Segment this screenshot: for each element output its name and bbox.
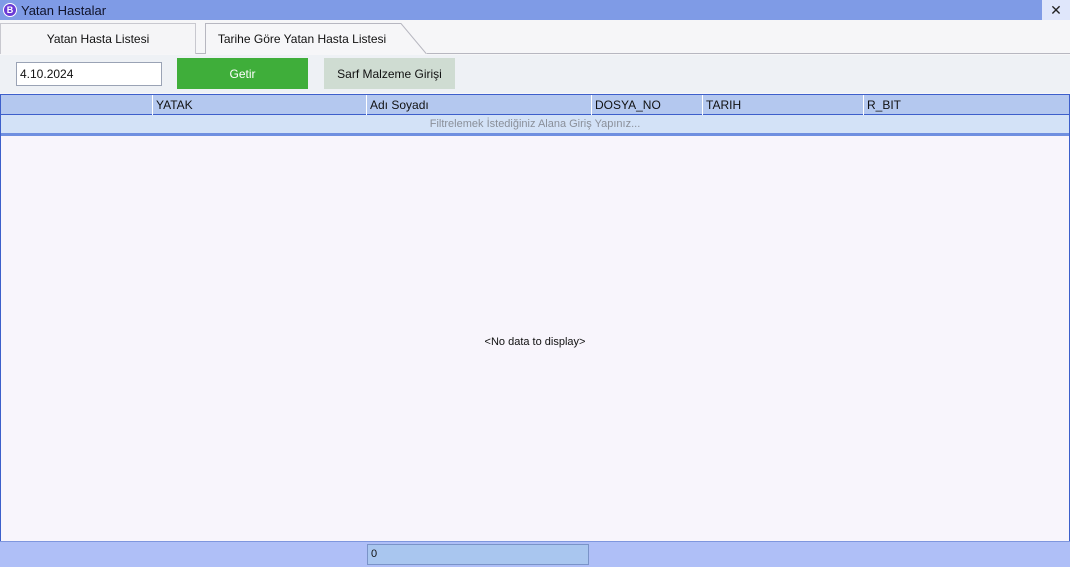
toolbar: Getir Sarf Malzeme Girişi (0, 55, 1070, 93)
tab-label: Tarihe Göre Yatan Hasta Listesi (217, 31, 387, 46)
column-header-yatak[interactable]: YATAK (152, 95, 366, 115)
date-input[interactable] (16, 62, 162, 86)
title-bar: B Yatan Hastalar ✕ (0, 0, 1070, 20)
window-title: Yatan Hastalar (21, 2, 107, 18)
filter-row[interactable]: Filtrelemek İstediğiniz Alana Giriş Yapı… (1, 115, 1069, 136)
close-button[interactable]: ✕ (1042, 0, 1070, 20)
column-header-r-bit[interactable]: R_BIT (863, 95, 1069, 115)
patient-grid: YATAK Adı Soyadı DOSYA_NO TARIH R_BIT Fi… (0, 94, 1070, 541)
grid-header: YATAK Adı Soyadı DOSYA_NO TARIH R_BIT (1, 94, 1069, 115)
column-header-adi-soyadi[interactable]: Adı Soyadı (366, 95, 591, 115)
column-header-dosya-no[interactable]: DOSYA_NO (591, 95, 702, 115)
grid-footer: 0 (0, 541, 1070, 567)
empty-state-text: <No data to display> (484, 336, 586, 348)
tab-label: Yatan Hasta Listesi (46, 32, 150, 46)
column-header-tarih[interactable]: TARIH (702, 95, 863, 115)
tab-bar: Yatan Hasta Listesi Tarihe Göre Yatan Ha… (0, 20, 1070, 54)
tab-yatan-hasta-listesi[interactable]: Yatan Hasta Listesi (0, 23, 196, 54)
app-logo-icon: B (3, 3, 17, 17)
sarf-malzeme-girisi-button[interactable]: Sarf Malzeme Girişi (324, 58, 455, 89)
getir-button[interactable]: Getir (177, 58, 308, 89)
tab-tarihe-gore-yatan-hasta-listesi[interactable]: Tarihe Göre Yatan Hasta Listesi (205, 23, 427, 54)
record-count: 0 (367, 544, 589, 565)
